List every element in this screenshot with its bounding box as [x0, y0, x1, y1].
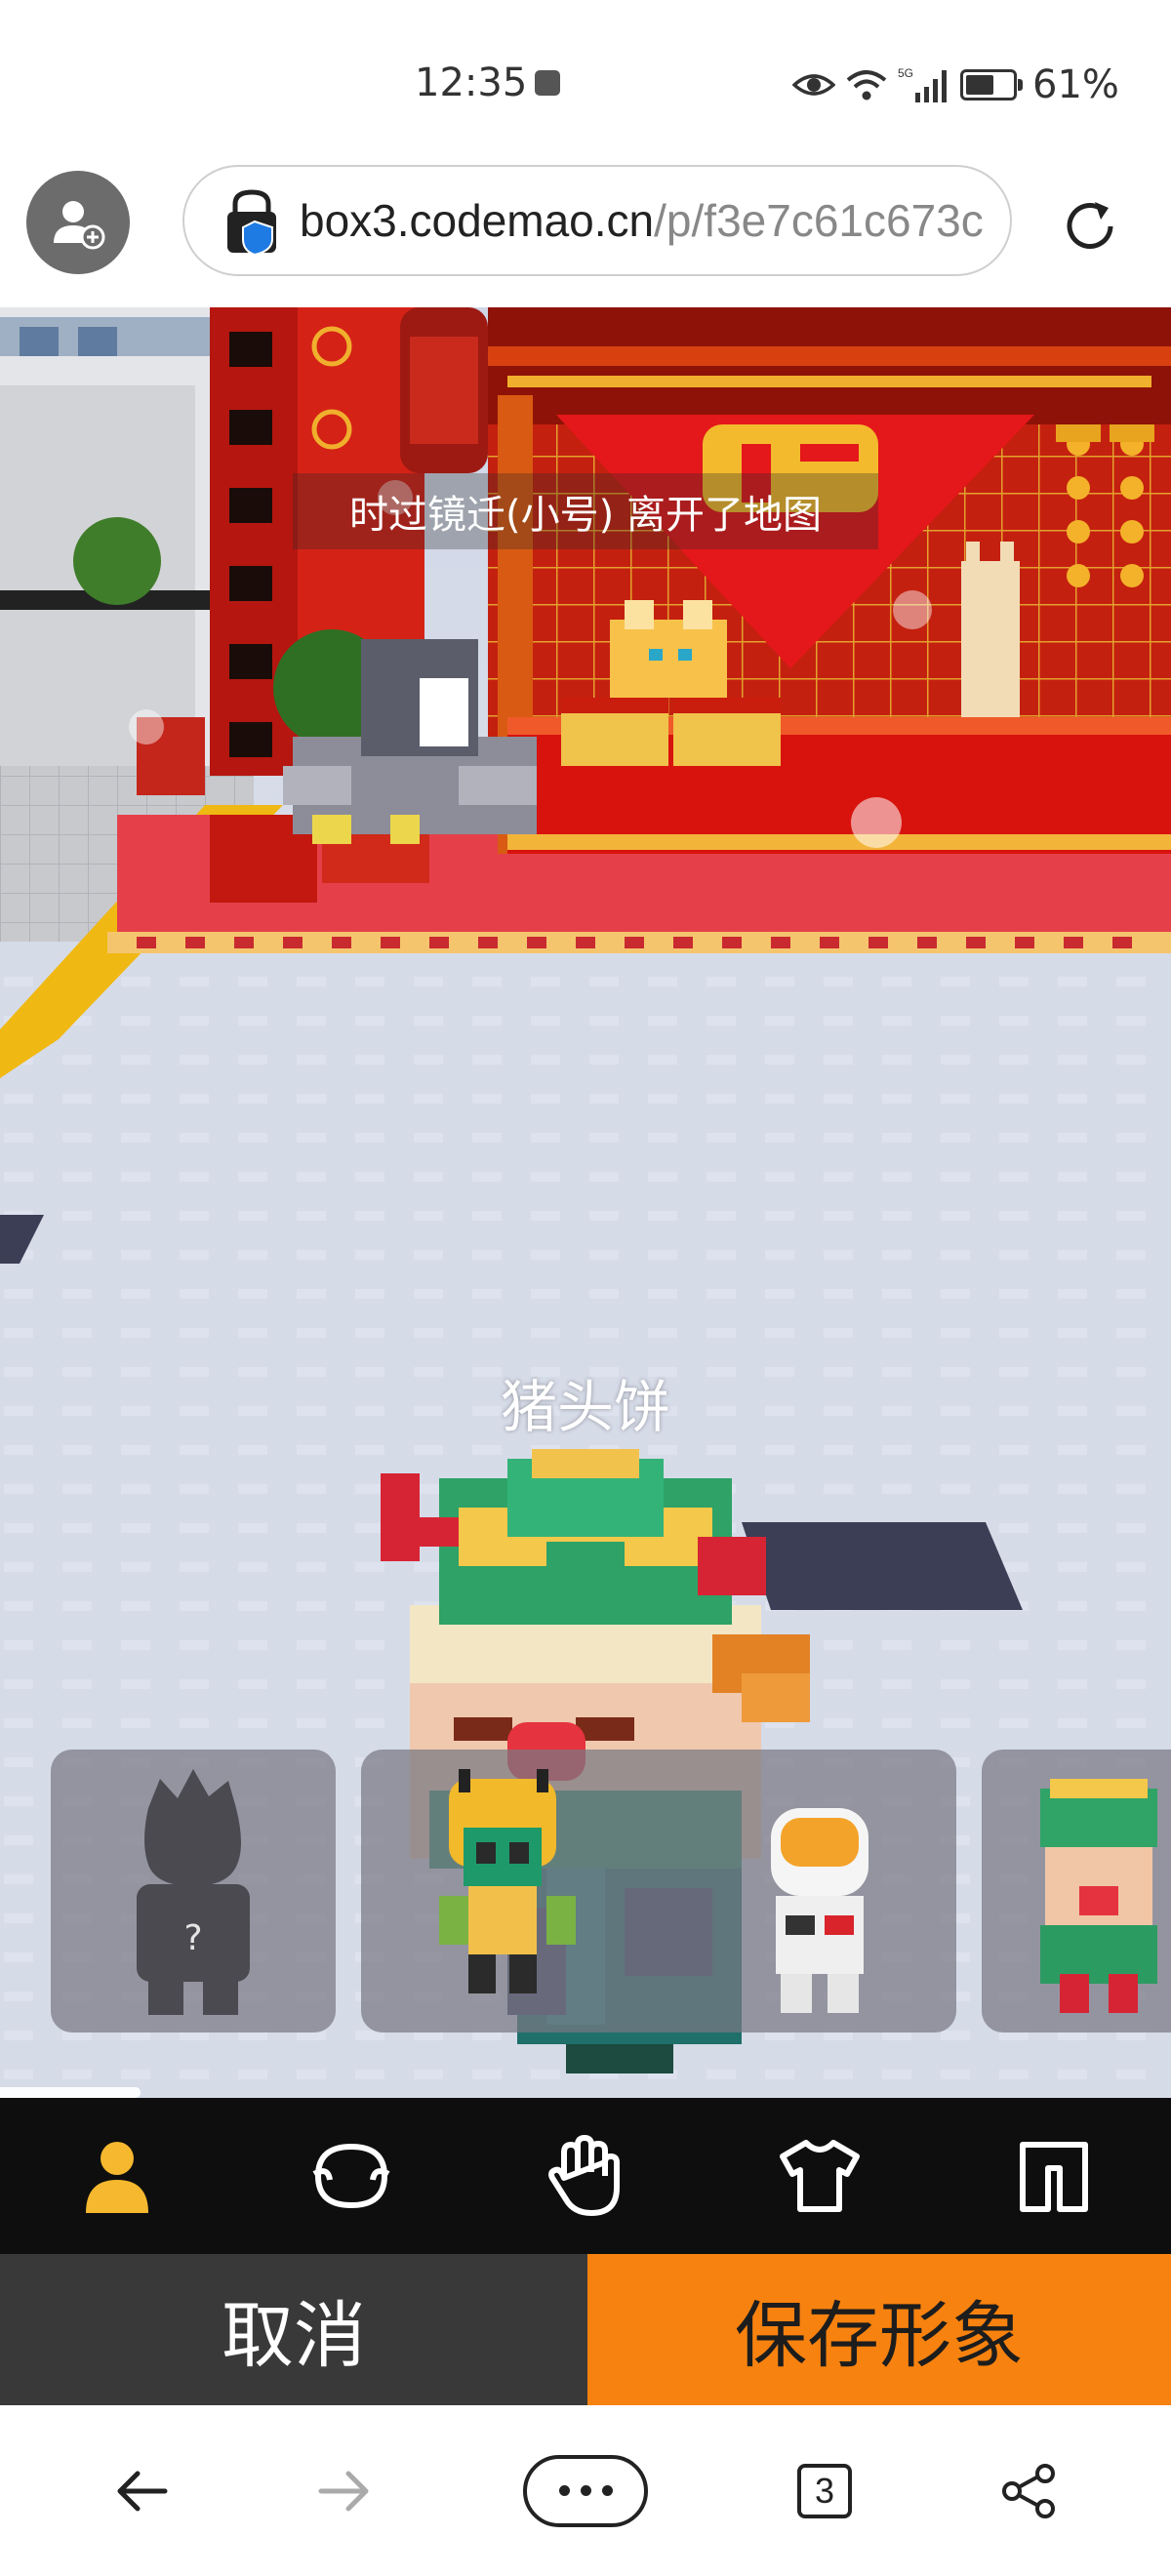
- eye-icon: [792, 74, 835, 96]
- wifi-icon: [846, 70, 887, 101]
- astronaut-avatar: [771, 1808, 868, 2013]
- tab-frame[interactable]: [937, 2098, 1171, 2254]
- signal-icon: 5G: [898, 66, 947, 102]
- placeholder-mark: ?: [183, 1918, 202, 1958]
- silhouette-icon: ?: [137, 1769, 250, 2015]
- tab-outfit[interactable]: [703, 2098, 937, 2254]
- browser-nav-bar: 3: [0, 2405, 1171, 2576]
- frame-icon: [1020, 2142, 1088, 2212]
- secure-lock-icon: [227, 189, 276, 257]
- back-icon: [117, 2471, 168, 2511]
- tab-hand[interactable]: [468, 2098, 703, 2254]
- tabs-button[interactable]: 3: [781, 2405, 868, 2576]
- dark-block-right: [742, 1522, 1023, 1610]
- bunny-statue: [961, 561, 1020, 717]
- tabs-icon: 3: [797, 2463, 852, 2518]
- action-row: 取消 保存形象: [0, 2254, 1171, 2405]
- leave-notice: 时过镜迁(小号) 离开了地图: [293, 473, 878, 549]
- carpet-pattern: [137, 937, 1132, 948]
- profile-button[interactable]: [26, 171, 130, 274]
- browser-address-row: box3.codemao.cn/p/f3e7c61c673c: [0, 161, 1171, 307]
- battery-icon: [960, 69, 1023, 101]
- head-icon: [312, 2143, 390, 2209]
- status-bar: 12:35 5G 61%: [0, 0, 1171, 161]
- tab-head[interactable]: [234, 2098, 468, 2254]
- reload-button[interactable]: [1056, 192, 1124, 261]
- editor-tab-bar: [0, 2098, 1171, 2254]
- url-host: box3.codemao.cn: [300, 195, 655, 246]
- battery-percent: 61%: [1032, 62, 1119, 107]
- scroll-indicator: [0, 2087, 1171, 2098]
- avatar-card-guanyu[interactable]: [982, 1750, 1171, 2033]
- scroll-indicator-fill: [0, 2087, 141, 2098]
- add-user-icon: [54, 201, 105, 250]
- more-icon: [523, 2454, 648, 2527]
- shirt-icon: [780, 2140, 860, 2212]
- forward-button[interactable]: [301, 2405, 388, 2576]
- game-viewport[interactable]: 时过镜迁(小号) 离开了地图 猪头饼 ?: [0, 307, 1171, 2098]
- guanyu-avatar: [1040, 1779, 1157, 2013]
- url-text: box3.codemao.cn/p/f3e7c61c673c: [300, 194, 984, 247]
- forward-icon: [318, 2471, 369, 2511]
- back-button[interactable]: [98, 2405, 185, 2576]
- more-button[interactable]: [507, 2405, 664, 2576]
- avatar-card-astronaut[interactable]: [683, 1750, 956, 2033]
- url-path: /p/f3e7c61c673c: [654, 195, 984, 246]
- notification-icon: [535, 70, 560, 96]
- player-nameplate: 猪头饼: [500, 1374, 670, 1440]
- cancel-button[interactable]: 取消: [0, 2254, 587, 2405]
- rabbit-mascot: [610, 620, 727, 698]
- battery-fill: [966, 75, 993, 95]
- tab-body[interactable]: [0, 2098, 234, 2254]
- status-icons: 5G 61%: [792, 60, 1119, 109]
- network-label: 5G: [898, 66, 913, 80]
- status-time: 12:35: [415, 60, 528, 105]
- person-icon: [86, 2142, 148, 2213]
- share-icon: [1002, 2463, 1055, 2518]
- url-bar[interactable]: box3.codemao.cn/p/f3e7c61c673c: [182, 165, 1012, 276]
- avatar-selector: ?: [0, 1750, 1171, 2033]
- hand-icon: [548, 2135, 620, 2216]
- avatar-card-placeholder[interactable]: ?: [51, 1750, 336, 2033]
- reload-icon: [1067, 202, 1113, 249]
- share-button[interactable]: [986, 2405, 1073, 2576]
- save-avatar-button[interactable]: 保存形象: [587, 2254, 1171, 2405]
